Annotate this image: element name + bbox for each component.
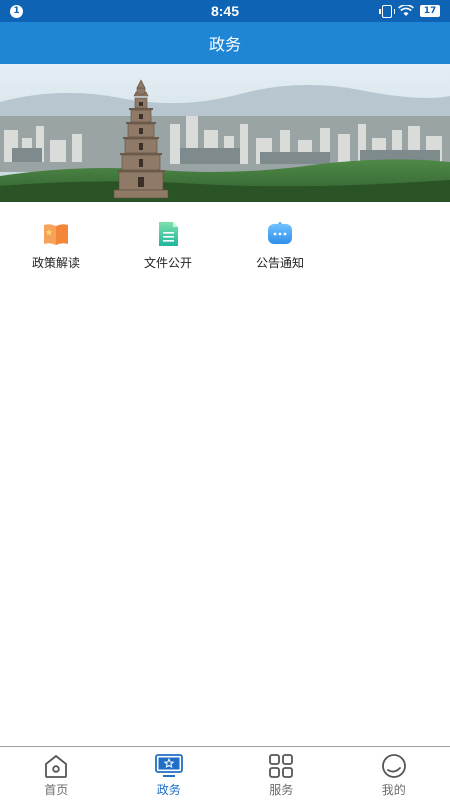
- nav-label-services: 服务: [269, 783, 294, 797]
- status-right: 17: [360, 4, 440, 18]
- policy-book-icon: [42, 220, 70, 248]
- nav-label-home: 首页: [44, 783, 69, 797]
- message-bubble-icon: [266, 220, 294, 248]
- menu-item-label: 公告通知: [255, 256, 304, 270]
- vibrate-icon: [379, 4, 395, 18]
- bottom-nav: 首页 政务 服务 我的: [0, 746, 450, 800]
- nav-label-affairs: 政务: [156, 783, 181, 797]
- city-pagoda-illustration: [0, 64, 450, 202]
- page-title-bar: 政务: [0, 22, 450, 64]
- battery-indicator: 17: [420, 5, 440, 17]
- quick-menu: 政策解读 文件公开 公告通知: [0, 202, 450, 282]
- profile-circle-icon: [381, 754, 406, 778]
- nav-item-mine[interactable]: 我的: [338, 747, 450, 800]
- grid-icon: [269, 754, 294, 778]
- nav-label-mine: 我的: [381, 783, 406, 797]
- menu-item-documents[interactable]: 文件公开: [128, 220, 208, 271]
- menu-item-policy[interactable]: 政策解读: [16, 220, 96, 271]
- page-title: 政务: [208, 35, 241, 54]
- wifi-icon: [398, 5, 414, 16]
- menu-item-announcements[interactable]: 公告通知: [240, 220, 320, 271]
- home-icon: [45, 755, 68, 778]
- status-left: 1: [10, 4, 90, 18]
- status-time: 8:45: [210, 3, 240, 19]
- banner-image[interactable]: [0, 64, 450, 202]
- nav-item-services[interactable]: 服务: [225, 747, 338, 800]
- notification-badge: 1: [10, 4, 23, 18]
- status-bar: 1 8:45 17: [0, 0, 450, 22]
- government-affairs-icon: [154, 754, 183, 777]
- nav-item-affairs[interactable]: 政务: [113, 747, 226, 800]
- nav-item-home[interactable]: 首页: [0, 747, 113, 800]
- menu-item-label: 文件公开: [143, 256, 192, 270]
- menu-item-label: 政策解读: [31, 256, 80, 270]
- document-icon: [154, 220, 182, 248]
